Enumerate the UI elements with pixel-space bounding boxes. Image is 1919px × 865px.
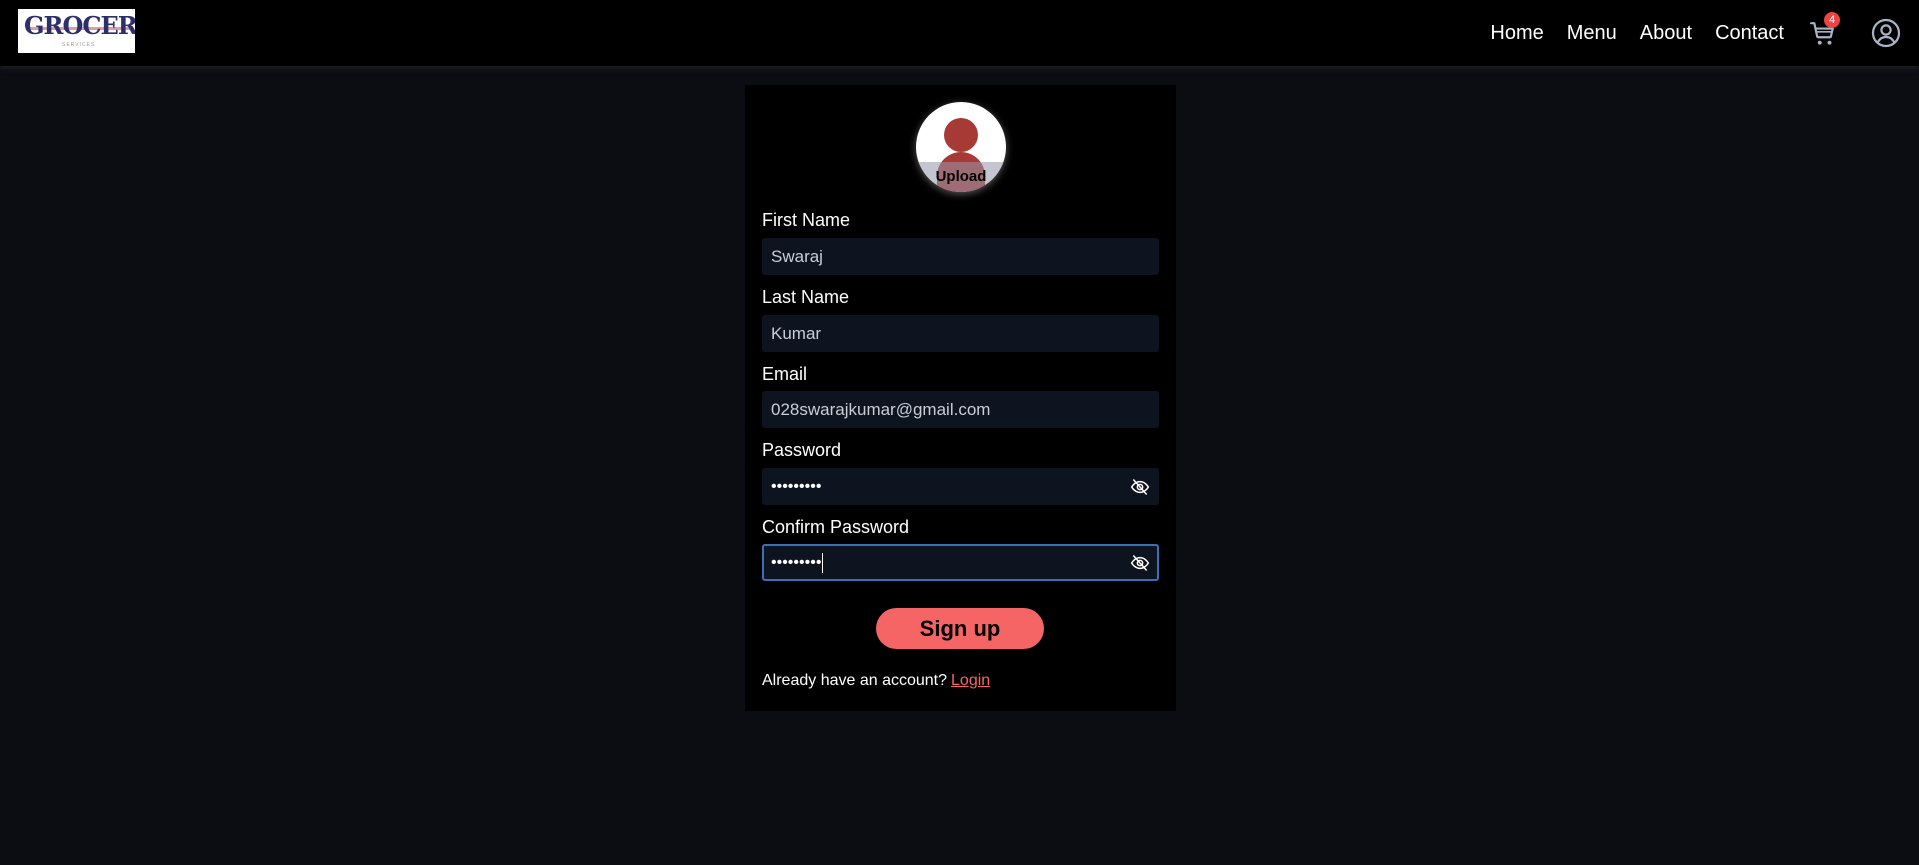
- email-label: Email: [762, 364, 808, 384]
- password-value: •••••••••: [771, 478, 822, 495]
- login-link[interactable]: Login: [951, 672, 990, 689]
- cart-count-badge: 4: [1824, 12, 1840, 28]
- nav-contact-link[interactable]: Contact: [1715, 0, 1784, 66]
- signup-card: Upload First Name Swaraj Last Name Kumar…: [745, 85, 1176, 711]
- main-nav: Home Menu About Contact 4: [1490, 0, 1901, 66]
- eye-off-icon[interactable]: [1130, 553, 1150, 573]
- eye-off-icon[interactable]: [1130, 477, 1150, 497]
- confirm-password-value: •••••••••: [771, 554, 822, 571]
- text-caret: [822, 552, 824, 573]
- login-prompt-text: Already have an account?: [762, 672, 948, 689]
- confirm-password-field[interactable]: •••••••••: [762, 544, 1159, 581]
- user-silhouette-icon: [944, 118, 978, 152]
- grocery-logo[interactable]: GROCERY SERVICES: [18, 9, 135, 53]
- logo-subtext: SERVICES: [62, 42, 96, 48]
- nav-menu-link[interactable]: Menu: [1567, 0, 1617, 66]
- password-label: Password: [762, 440, 842, 460]
- last-name-field[interactable]: Kumar: [762, 315, 1159, 352]
- first-name-value: Swaraj: [771, 247, 823, 266]
- password-field[interactable]: •••••••••: [762, 468, 1159, 505]
- avatar-upload-button[interactable]: Upload: [916, 102, 1006, 192]
- first-name-label: First Name: [762, 210, 851, 230]
- top-navbar: GROCERY SERVICES Home Menu About Contact…: [0, 0, 1919, 66]
- email-value: 028swarajkumar@gmail.com: [771, 400, 991, 419]
- upload-label: Upload: [935, 168, 987, 185]
- last-name-label: Last Name: [762, 287, 850, 307]
- user-circle-icon[interactable]: [1871, 18, 1901, 48]
- last-name-value: Kumar: [771, 324, 822, 343]
- cart-button[interactable]: 4: [1810, 12, 1840, 48]
- nav-home-link[interactable]: Home: [1490, 0, 1543, 66]
- signup-button[interactable]: Sign up: [876, 608, 1044, 649]
- nav-about-link[interactable]: About: [1640, 0, 1692, 66]
- login-prompt: Already have an account? Login: [762, 672, 990, 690]
- logo-wordmark: GROCERY: [24, 11, 135, 40]
- email-field[interactable]: 028swarajkumar@gmail.com: [762, 391, 1159, 428]
- first-name-field[interactable]: Swaraj: [762, 238, 1159, 275]
- confirm-password-label: Confirm Password: [762, 517, 910, 537]
